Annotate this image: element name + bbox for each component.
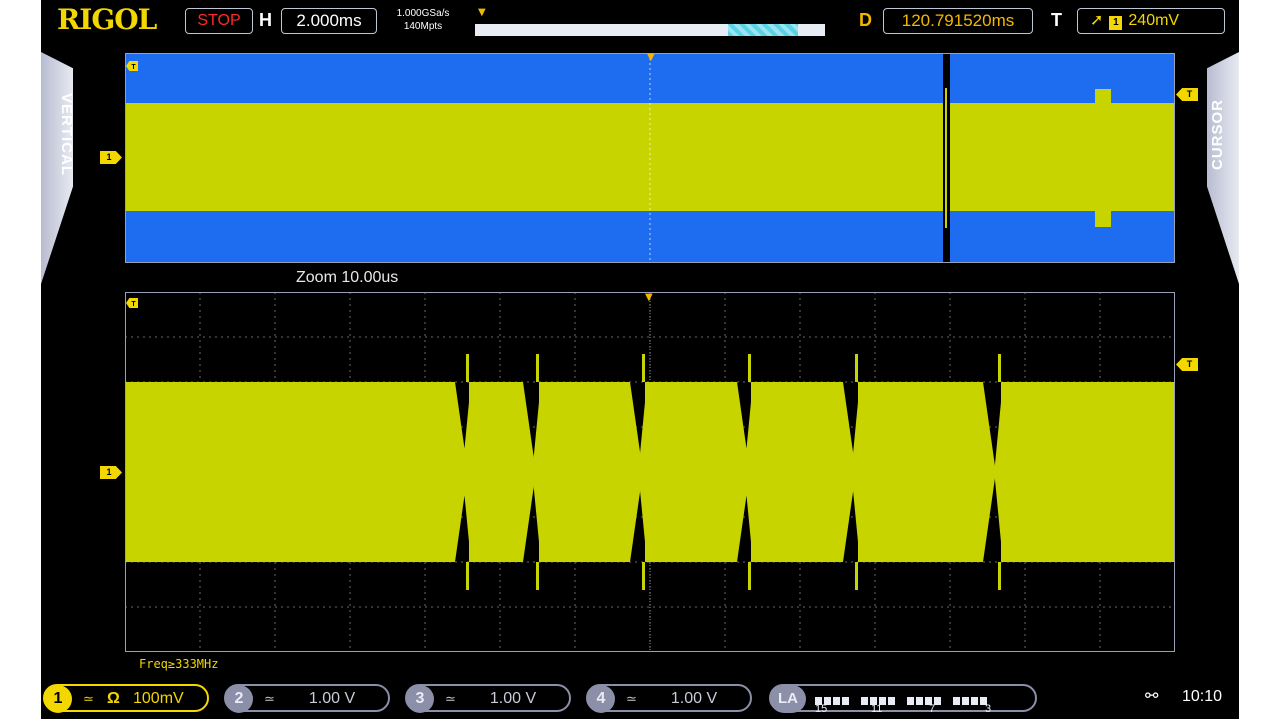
burst-segment	[1001, 382, 1175, 562]
cursor-tab-label: CURSOR	[1209, 98, 1226, 170]
acquisition-info: 1.000GSa/s 140Mpts	[385, 7, 461, 33]
dc-coupling-icon: ≃	[83, 691, 94, 706]
dc-coupling-icon: ≃	[445, 691, 456, 706]
channel3-settings[interactable]: 3 ≃ 1.00 V	[405, 684, 571, 713]
burst-segment	[539, 382, 642, 562]
memory-trigger-icon: ▼	[478, 7, 486, 18]
trigger-channel-badge: 1	[1109, 16, 1123, 30]
overview-trigger-level-marker[interactable]: T	[1176, 88, 1198, 101]
zoom-waveform	[125, 292, 1175, 652]
channel1-settings[interactable]: 1 ≃ Ω 100mV	[43, 684, 209, 713]
system-clock: 10:10	[1182, 688, 1223, 705]
la-bit-label-7: 7	[929, 703, 936, 715]
channel1-number: 1	[44, 685, 72, 713]
burst-overshoot-top	[855, 354, 858, 382]
channel1-trace	[125, 354, 1175, 590]
vertical-tab-label: VERTICAL	[58, 92, 75, 176]
burst-overshoot-bottom	[642, 562, 645, 590]
channel4-settings[interactable]: 4 ≃ 1.00 V	[586, 684, 752, 713]
trigger-label: T	[1051, 10, 1062, 30]
burst-segment	[751, 382, 855, 562]
zoom-trigger-level-marker[interactable]: T	[1176, 358, 1198, 371]
burst-segment	[469, 382, 535, 562]
zoom-waveform-pane[interactable]	[125, 292, 1175, 652]
burst-lead-in	[639, 402, 645, 542]
channel2-scale: 1.00 V	[308, 690, 356, 707]
dc-coupling-icon: ≃	[264, 691, 275, 706]
zoom-channel1-marker[interactable]: 1	[100, 466, 122, 479]
zoom-trigger-position-icon: ▼	[645, 292, 653, 303]
memory-depth: 140Mpts	[403, 21, 443, 32]
burst-segment	[858, 382, 995, 562]
frequency-measurement: Freq≥333MHz	[139, 657, 219, 671]
timebase-value[interactable]: 2.000ms	[281, 8, 377, 34]
burst-lead-in	[745, 402, 751, 542]
channel4-number: 4	[587, 685, 615, 713]
delay-label: D	[859, 10, 872, 30]
overview-channel1-marker[interactable]: 1	[100, 151, 122, 164]
channel3-scale: 1.00 V	[489, 690, 537, 707]
burst-overshoot-bottom	[998, 562, 1001, 590]
rising-edge-icon: ➚	[1090, 12, 1104, 29]
channel4-scale: 1.00 V	[670, 690, 718, 707]
logic-analyzer-settings[interactable]: LA 15 11 7 3	[769, 684, 1037, 715]
memory-window	[728, 24, 798, 36]
burst-overshoot-top	[998, 354, 1001, 382]
burst-lead-in	[995, 402, 1001, 542]
burst-overshoot-bottom	[466, 562, 469, 590]
la-bit-label-11: 11	[871, 703, 883, 715]
impedance-icon: Ω	[107, 690, 120, 707]
burst-lead-in	[463, 402, 469, 542]
zoom-timebase-label: Zoom 10.00us	[296, 269, 399, 286]
burst-overshoot-top	[536, 354, 539, 382]
trigger-level: 240mV	[1128, 12, 1180, 29]
burst-overshoot-bottom	[536, 562, 539, 590]
memory-position-bar[interactable]	[475, 24, 825, 36]
overview-waveform-pane[interactable]	[125, 53, 1175, 263]
rigol-logo: RIGOL	[57, 3, 157, 36]
channel2-number: 2	[225, 685, 253, 713]
burst-overshoot-top	[466, 354, 469, 382]
logic-analyzer-bits	[815, 688, 1025, 705]
la-bit-label-3: 3	[985, 703, 992, 715]
overview-trigger-position-icon: ▼	[647, 52, 655, 63]
overview-waveform	[125, 53, 1175, 263]
sample-rate: 1.000GSa/s	[396, 8, 450, 19]
burst-segment	[125, 382, 467, 562]
oscilloscope-screen: RIGOL STOP H 2.000ms 1.000GSa/s 140Mpts …	[41, 0, 1239, 719]
burst-lead-in	[533, 402, 539, 542]
burst-overshoot-top	[748, 354, 751, 382]
trigger-settings[interactable]: ➚ 1 240mV	[1077, 8, 1225, 34]
usb-icon: ⚯	[1145, 686, 1159, 705]
burst-lead-in	[852, 402, 858, 542]
channel1-scale: 100mV	[133, 690, 184, 707]
burst-overshoot-bottom	[855, 562, 858, 590]
logic-analyzer-label: LA	[770, 685, 806, 713]
channel2-settings[interactable]: 2 ≃ 1.00 V	[224, 684, 390, 713]
overview-burst-top	[1095, 89, 1111, 103]
horizontal-label: H	[259, 10, 272, 30]
overview-burst-bottom	[1095, 211, 1111, 227]
zoom-window-trace	[945, 88, 947, 228]
dc-coupling-icon: ≃	[626, 691, 637, 706]
horizontal-delay-value[interactable]: 120.791520ms	[883, 8, 1033, 34]
la-bit-label-15: 15	[815, 703, 828, 715]
burst-overshoot-top	[642, 354, 645, 382]
burst-overshoot-bottom	[748, 562, 751, 590]
burst-segment	[645, 382, 749, 562]
run-stop-status[interactable]: STOP	[185, 8, 253, 34]
channel3-number: 3	[406, 685, 434, 713]
